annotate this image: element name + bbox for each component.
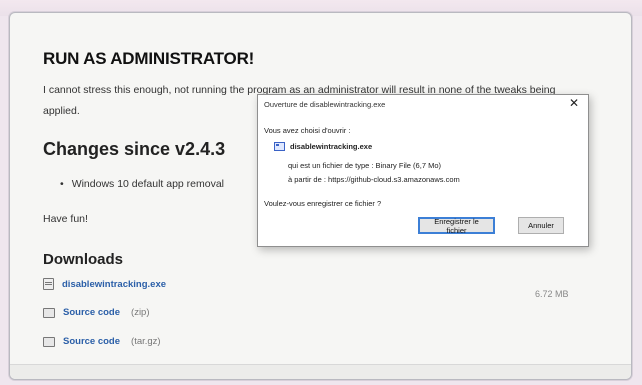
downloads-heading: Downloads [43, 251, 124, 268]
package-icon [43, 307, 55, 318]
dialog-prompt: Vous avez choisi d'ouvrir : [264, 126, 351, 135]
dialog-body: Vous avez choisi d'ouvrir : disablewintr… [258, 115, 588, 246]
admin-heading: RUN AS ADMINISTRATOR! [43, 49, 255, 68]
have-fun-text: Have fun! [43, 213, 88, 225]
download-label: disablewintracking.exe [62, 278, 167, 290]
download-dialog: Ouverture de disablewintracking.exe ✕ Vo… [257, 94, 589, 247]
download-suffix: (zip) [131, 307, 150, 318]
dialog-type-line: qui est un fichier de type : Binary File… [288, 161, 441, 170]
file-icon [43, 278, 54, 290]
close-icon[interactable]: ✕ [569, 96, 579, 110]
dialog-title: Ouverture de disablewintracking.exe [264, 100, 386, 109]
download-source-zip-link[interactable]: Source code (zip) [43, 307, 150, 318]
dialog-question: Voulez-vous enregistrer ce fichier ? [264, 199, 382, 208]
download-exe-link[interactable]: disablewintracking.exe [43, 278, 166, 290]
list-item: Windows 10 default app removal [60, 178, 224, 190]
download-label: Source code [63, 307, 121, 318]
card-footer [10, 364, 631, 379]
download-label: Source code [63, 336, 121, 347]
dialog-from-line: à partir de : https://github-cloud.s3.am… [288, 175, 460, 184]
dialog-file: disablewintracking.exe [274, 142, 372, 151]
cancel-button[interactable]: Annuler [518, 217, 564, 234]
dialog-filename: disablewintracking.exe [290, 142, 373, 151]
changes-heading: Changes since v2.4.3 [43, 139, 226, 159]
changes-list: Windows 10 default app removal [60, 178, 224, 190]
save-file-button[interactable]: Enregistrer le fichier [418, 217, 495, 235]
download-source-targz-link[interactable]: Source code (tar.gz) [43, 336, 161, 347]
package-icon [43, 336, 55, 347]
file-size: 6.72 MB [535, 289, 569, 299]
download-suffix: (tar.gz) [131, 336, 161, 347]
exe-icon [274, 142, 285, 151]
